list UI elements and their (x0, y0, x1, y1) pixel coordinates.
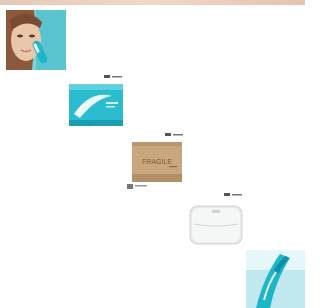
gallery-thumb-model[interactable] (6, 10, 66, 70)
top-banner-strip (0, 0, 305, 5)
woman-face-with-device-icon (6, 10, 66, 70)
gallery-thumb-shipping-carton[interactable]: FRAGILE (127, 130, 187, 190)
white-pouch-icon (186, 190, 246, 250)
gallery-thumb-retail-box[interactable] (66, 70, 126, 130)
teal-device-icon (246, 250, 305, 308)
cardboard-box-icon: FRAGILE (127, 130, 187, 190)
teal-retail-box-icon (66, 70, 126, 130)
gallery-thumb-device-closeup[interactable] (246, 250, 305, 308)
gallery-thumb-travel-case[interactable] (186, 190, 246, 250)
fragile-label: FRAGILE (142, 159, 172, 166)
